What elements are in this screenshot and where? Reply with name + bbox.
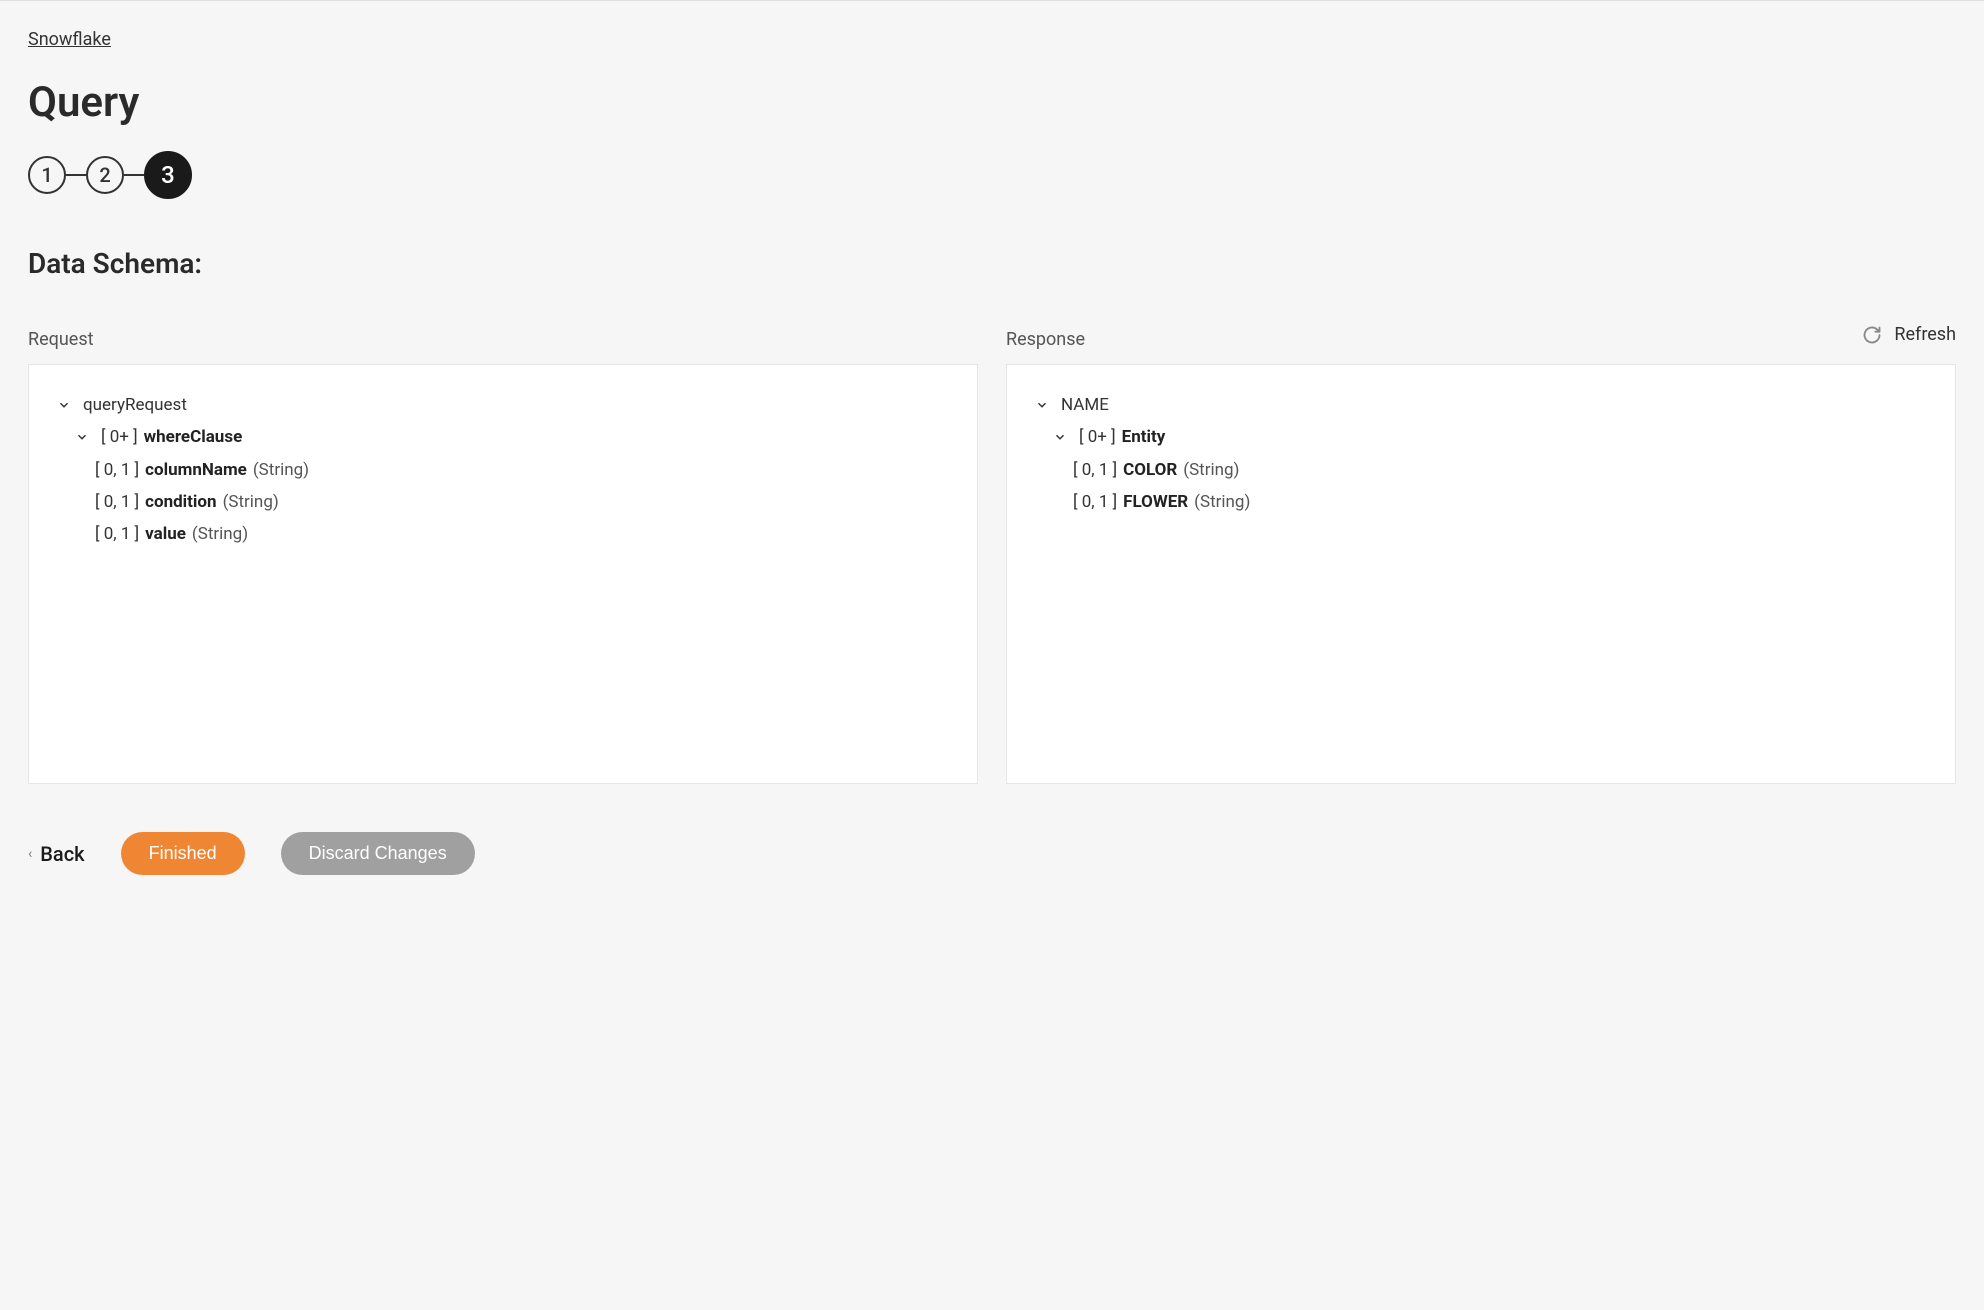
discard-button[interactable]: Discard Changes	[281, 832, 475, 875]
chevron-down-icon	[1035, 398, 1049, 412]
tree-node[interactable]: queryRequest	[57, 389, 949, 421]
tree-node-cardinality: [ 0, 1 ]	[95, 518, 139, 550]
tree-node-name: condition	[145, 486, 216, 518]
step-2[interactable]: 2	[86, 156, 124, 194]
tree-node-name: columnName	[145, 454, 247, 486]
tree-node-name: NAME	[1061, 389, 1109, 421]
back-button[interactable]: ‹ Back	[28, 842, 85, 866]
step-connector	[124, 174, 144, 176]
tree-node-cardinality: [ 0, 1 ]	[1073, 486, 1117, 518]
tree-node-name: value	[145, 518, 186, 550]
tree-leaf[interactable]: [ 0, 1 ] value (String)	[57, 518, 949, 550]
stepper: 1 2 3	[28, 151, 1956, 199]
tree-node-name: queryRequest	[83, 389, 187, 421]
tree-node-name: COLOR	[1123, 454, 1177, 486]
tree-node-cardinality: [ 0+ ]	[1079, 421, 1116, 453]
chevron-down-icon	[75, 430, 89, 444]
tree-leaf[interactable]: [ 0, 1 ] FLOWER (String)	[1035, 486, 1927, 518]
tree-node[interactable]: [ 0+ ] whereClause	[57, 421, 949, 453]
request-panel: queryRequest [ 0+ ] whereClause [ 0, 1 ]…	[28, 364, 978, 784]
breadcrumb-link[interactable]: Snowflake	[28, 29, 111, 50]
request-panel-label: Request	[28, 329, 978, 350]
tree-node-type: (String)	[1194, 486, 1250, 518]
tree-leaf[interactable]: [ 0, 1 ] COLOR (String)	[1035, 454, 1927, 486]
tree-node-cardinality: [ 0+ ]	[101, 421, 138, 453]
tree-node-type: (String)	[223, 486, 279, 518]
step-1[interactable]: 1	[28, 156, 66, 194]
tree-leaf[interactable]: [ 0, 1 ] condition (String)	[57, 486, 949, 518]
tree-node-name: FLOWER	[1123, 486, 1188, 518]
tree-node[interactable]: [ 0+ ] Entity	[1035, 421, 1927, 453]
tree-node-cardinality: [ 0, 1 ]	[95, 454, 139, 486]
step-connector	[66, 174, 86, 176]
tree-leaf[interactable]: [ 0, 1 ] columnName (String)	[57, 454, 949, 486]
section-heading: Data Schema:	[28, 247, 1956, 280]
finished-button[interactable]: Finished	[121, 832, 245, 875]
tree-node-type: (String)	[1183, 454, 1239, 486]
chevron-left-icon: ‹	[28, 846, 32, 862]
response-panel: NAME [ 0+ ] Entity [ 0, 1 ] COLOR (Strin…	[1006, 364, 1956, 784]
tree-node-cardinality: [ 0, 1 ]	[95, 486, 139, 518]
step-3[interactable]: 3	[144, 151, 192, 199]
chevron-down-icon	[57, 398, 71, 412]
tree-node[interactable]: NAME	[1035, 389, 1927, 421]
tree-node-name: whereClause	[144, 421, 243, 453]
tree-node-type: (String)	[253, 454, 309, 486]
tree-node-type: (String)	[192, 518, 248, 550]
chevron-down-icon	[1053, 430, 1067, 444]
response-panel-label: Response	[1006, 329, 1956, 350]
page-title: Query	[28, 78, 1956, 127]
tree-node-cardinality: [ 0, 1 ]	[1073, 454, 1117, 486]
tree-node-name: Entity	[1122, 421, 1166, 453]
back-label: Back	[40, 842, 84, 866]
